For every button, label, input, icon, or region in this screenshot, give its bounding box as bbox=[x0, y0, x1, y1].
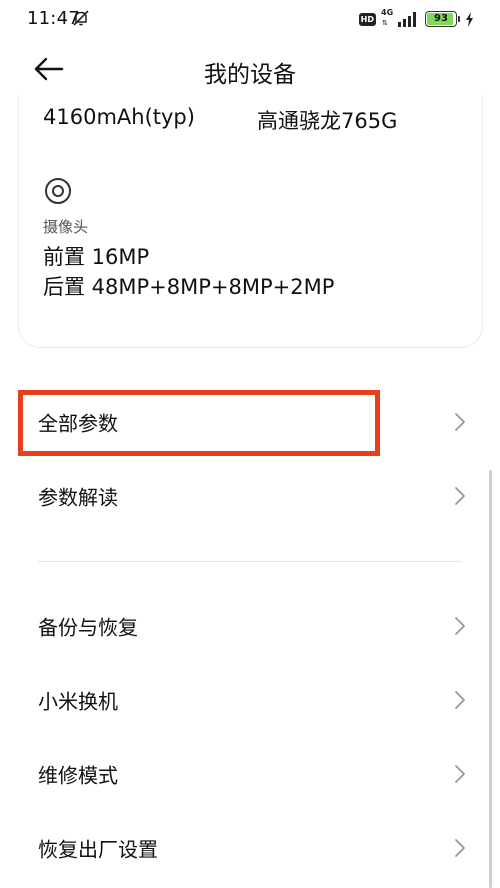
charging-bolt-icon bbox=[466, 11, 473, 27]
menu-item-label: 小米换机 bbox=[38, 689, 118, 714]
menu-item-repair-mode[interactable]: 维修模式 bbox=[0, 742, 500, 806]
menu-item-param-explained[interactable]: 参数解读 bbox=[0, 464, 500, 528]
menu-item-backup-restore[interactable]: 备份与恢复 bbox=[0, 594, 500, 658]
chevron-right-icon bbox=[455, 487, 465, 505]
menu-item-label: 全部参数 bbox=[38, 411, 118, 436]
battery-capacity-value: 4160mAh(typ) bbox=[43, 105, 195, 129]
menu-item-mi-mover[interactable]: 小米换机 bbox=[0, 668, 500, 732]
scrollbar[interactable] bbox=[489, 470, 492, 888]
network-type-label: 4G bbox=[381, 8, 394, 17]
menu-item-label: 参数解读 bbox=[38, 485, 118, 510]
status-bar: 11:47 HD 4G ⇅ 93 bbox=[0, 0, 500, 38]
network-indicator: 4G ⇅ bbox=[381, 8, 394, 28]
chevron-right-icon bbox=[455, 839, 465, 857]
chevron-right-icon bbox=[455, 765, 465, 783]
camera-lens-icon bbox=[45, 178, 71, 204]
data-activity-icon: ⇅ bbox=[382, 19, 388, 27]
section-divider bbox=[38, 561, 462, 562]
signal-strength-icon bbox=[398, 12, 416, 27]
camera-label: 摄像头 bbox=[43, 218, 89, 236]
header-bar: 我的设备 bbox=[0, 40, 500, 100]
menu-item-all-params[interactable]: 全部参数 bbox=[0, 390, 500, 454]
notifications-off-icon bbox=[73, 10, 89, 26]
camera-front-value: 前置 16MP bbox=[43, 245, 150, 269]
menu-item-label: 恢复出厂设置 bbox=[38, 837, 158, 862]
menu-item-factory-reset[interactable]: 恢复出厂设置 bbox=[0, 816, 500, 880]
menu-item-label: 备份与恢复 bbox=[38, 615, 138, 640]
page-title: 我的设备 bbox=[204, 62, 296, 88]
battery-level-text: 93 bbox=[434, 13, 448, 24]
processor-value: 高通骁龙765G bbox=[257, 109, 398, 133]
chevron-right-icon bbox=[455, 413, 465, 431]
chevron-right-icon bbox=[455, 617, 465, 635]
menu-item-label: 维修模式 bbox=[38, 763, 118, 788]
device-specs-card: 4160mAh(typ) 高通骁龙765G 摄像头 前置 16MP 后置 48M… bbox=[18, 95, 483, 348]
camera-rear-value: 后置 48MP+8MP+8MP+2MP bbox=[43, 275, 335, 299]
battery-icon: 93 bbox=[425, 11, 457, 27]
hd-badge: HD bbox=[358, 12, 376, 26]
chevron-right-icon bbox=[455, 691, 465, 709]
battery-cap bbox=[458, 16, 460, 22]
status-indicators: HD 4G ⇅ 93 bbox=[358, 8, 474, 28]
